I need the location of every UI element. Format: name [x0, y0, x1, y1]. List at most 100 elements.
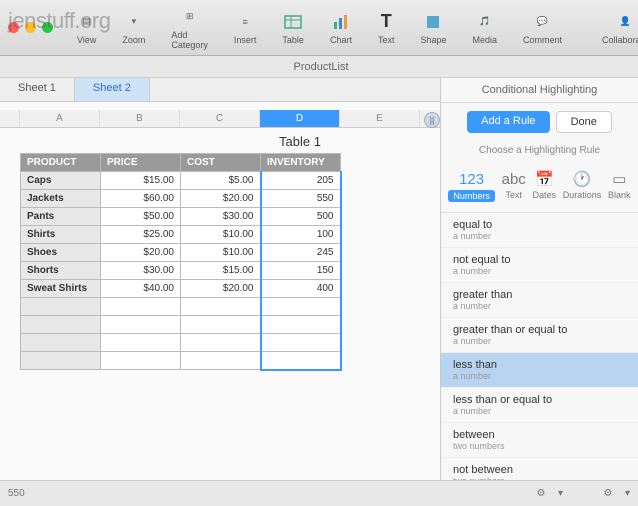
cell-cost[interactable]: $10.00 [181, 244, 261, 262]
rule-title: not between [453, 464, 626, 476]
cell-cost[interactable]: $10.00 [181, 226, 261, 244]
header-product[interactable]: PRODUCT [21, 154, 101, 172]
collaborate-button[interactable]: 👤Collaborate [596, 9, 638, 47]
shape-icon [423, 11, 443, 33]
table-icon [283, 11, 303, 33]
cell-inventory[interactable]: 245 [261, 244, 341, 262]
comment-icon: 💬 [537, 11, 548, 33]
rule-item[interactable]: not equal toa number [441, 248, 638, 283]
numbers-icon: 123 [459, 170, 484, 188]
rule-type-durations[interactable]: 🕐Durations [563, 170, 602, 202]
cell-price[interactable]: $40.00 [101, 280, 181, 298]
rule-item[interactable]: betweentwo numbers [441, 423, 638, 458]
cell-price[interactable]: $15.00 [101, 172, 181, 190]
insert-button[interactable]: ≡Insert [228, 9, 263, 47]
cell-product[interactable]: Caps [21, 172, 101, 190]
cell-product[interactable]: Jackets [21, 190, 101, 208]
cell-price[interactable]: $20.00 [101, 244, 181, 262]
rule-subtitle: a number [453, 301, 626, 311]
rule-item[interactable]: equal toa number [441, 213, 638, 248]
cell-cost[interactable]: $20.00 [181, 190, 261, 208]
add-rule-button[interactable]: Add a Rule [467, 111, 549, 133]
sheet-tabs: Sheet 1 Sheet 2 [0, 78, 440, 102]
clock-icon: 🕐 [573, 170, 592, 188]
header-price[interactable]: PRICE [101, 154, 181, 172]
media-button[interactable]: 🎵Media [467, 9, 504, 47]
chart-button[interactable]: Chart [324, 9, 358, 47]
cell-cost[interactable]: $20.00 [181, 280, 261, 298]
cell-inventory[interactable]: 205 [261, 172, 341, 190]
close-icon[interactable] [8, 22, 19, 33]
cell-product[interactable]: Shirts [21, 226, 101, 244]
add-category-button[interactable]: ⊞Add Category [165, 4, 214, 52]
comment-button[interactable]: 💬Comment [517, 9, 568, 47]
cell-cost[interactable]: $5.00 [181, 172, 261, 190]
view-button[interactable]: ▤View [71, 9, 102, 47]
sheet-tab-2[interactable]: Sheet 2 [75, 78, 150, 101]
cell-inventory[interactable]: 500 [261, 208, 341, 226]
cell-inventory[interactable]: 400 [261, 280, 341, 298]
cell-inventory[interactable]: 550 [261, 190, 341, 208]
col-header-d[interactable]: D [260, 110, 340, 127]
cell-price[interactable]: $30.00 [101, 262, 181, 280]
gear-icon-2[interactable]: ⚙ [599, 485, 617, 503]
spreadsheet-area[interactable]: Sheet 1 Sheet 2 A B C D E || Table 1 PRO… [0, 78, 440, 480]
col-header-a[interactable]: A [20, 110, 100, 127]
cell-price[interactable]: $60.00 [101, 190, 181, 208]
rule-subtitle: a number [453, 336, 626, 346]
table-row-empty [21, 352, 341, 370]
rule-item[interactable]: less than or equal toa number [441, 388, 638, 423]
rule-subtitle: a number [453, 371, 626, 381]
choose-rule-label: Choose a Highlighting Rule [441, 141, 638, 164]
column-handle[interactable]: || [424, 112, 440, 128]
table-button[interactable]: Table [276, 9, 310, 47]
col-header-b[interactable]: B [100, 110, 180, 127]
rule-title: between [453, 429, 626, 441]
data-table: PRODUCT PRICE COST INVENTORY Caps $15.00… [20, 153, 342, 371]
chevron-down-icon[interactable]: ▾ [558, 488, 563, 499]
text-button[interactable]: TText [372, 9, 401, 47]
footer-bar: 550 ⚙ ▾ ⚙ ▾ [0, 480, 638, 506]
minimize-icon[interactable] [25, 22, 36, 33]
table-body: Caps $15.00 $5.00 205 Jackets $60.00 $20.… [21, 172, 341, 370]
rule-type-text[interactable]: abcText [502, 170, 526, 202]
cell-price[interactable]: $50.00 [101, 208, 181, 226]
table-row: Shoes $20.00 $10.00 245 [21, 244, 341, 262]
cell-inventory[interactable]: 100 [261, 226, 341, 244]
zoom-button[interactable]: ▾Zoom [116, 9, 151, 47]
cell-product[interactable]: Shoes [21, 244, 101, 262]
rule-type-dates[interactable]: 📅Dates [533, 170, 557, 202]
format-sidebar: Conditional Highlighting Add a Rule Done… [440, 78, 638, 480]
header-cost[interactable]: COST [181, 154, 261, 172]
cell-inventory[interactable]: 150 [261, 262, 341, 280]
rule-item[interactable]: not betweentwo numbers [441, 458, 638, 480]
sheet-tab-1[interactable]: Sheet 1 [0, 78, 75, 101]
rule-title: equal to [453, 219, 626, 231]
rule-type-numbers[interactable]: 123Numbers [448, 170, 495, 202]
zoom-icon[interactable] [42, 22, 53, 33]
category-icon: ⊞ [186, 6, 194, 28]
collaborate-icon: 👤 [619, 11, 630, 33]
cell-cost[interactable]: $15.00 [181, 262, 261, 280]
cell-product[interactable]: Pants [21, 208, 101, 226]
calendar-icon: 📅 [535, 170, 554, 188]
cell-product[interactable]: Sweat Shirts [21, 280, 101, 298]
rule-item[interactable]: less thana number [441, 353, 638, 388]
rule-item[interactable]: greater than or equal toa number [441, 318, 638, 353]
chevron-down-icon-2[interactable]: ▾ [625, 488, 630, 499]
header-inventory[interactable]: INVENTORY [261, 154, 341, 172]
table-row: Pants $50.00 $30.00 500 [21, 208, 341, 226]
zoom-value: 550 [8, 488, 25, 499]
col-header-c[interactable]: C [180, 110, 260, 127]
cell-product[interactable]: Shorts [21, 262, 101, 280]
col-header-e[interactable]: E [340, 110, 420, 127]
rule-item[interactable]: greater thana number [441, 283, 638, 318]
rule-type-blank[interactable]: ▭Blank [608, 170, 631, 202]
done-button[interactable]: Done [556, 111, 612, 133]
shape-button[interactable]: Shape [414, 9, 452, 47]
title-bar: ProductList [0, 56, 638, 78]
cell-cost[interactable]: $30.00 [181, 208, 261, 226]
corner-cell[interactable] [0, 110, 20, 127]
gear-icon[interactable]: ⚙ [532, 485, 550, 503]
cell-price[interactable]: $25.00 [101, 226, 181, 244]
